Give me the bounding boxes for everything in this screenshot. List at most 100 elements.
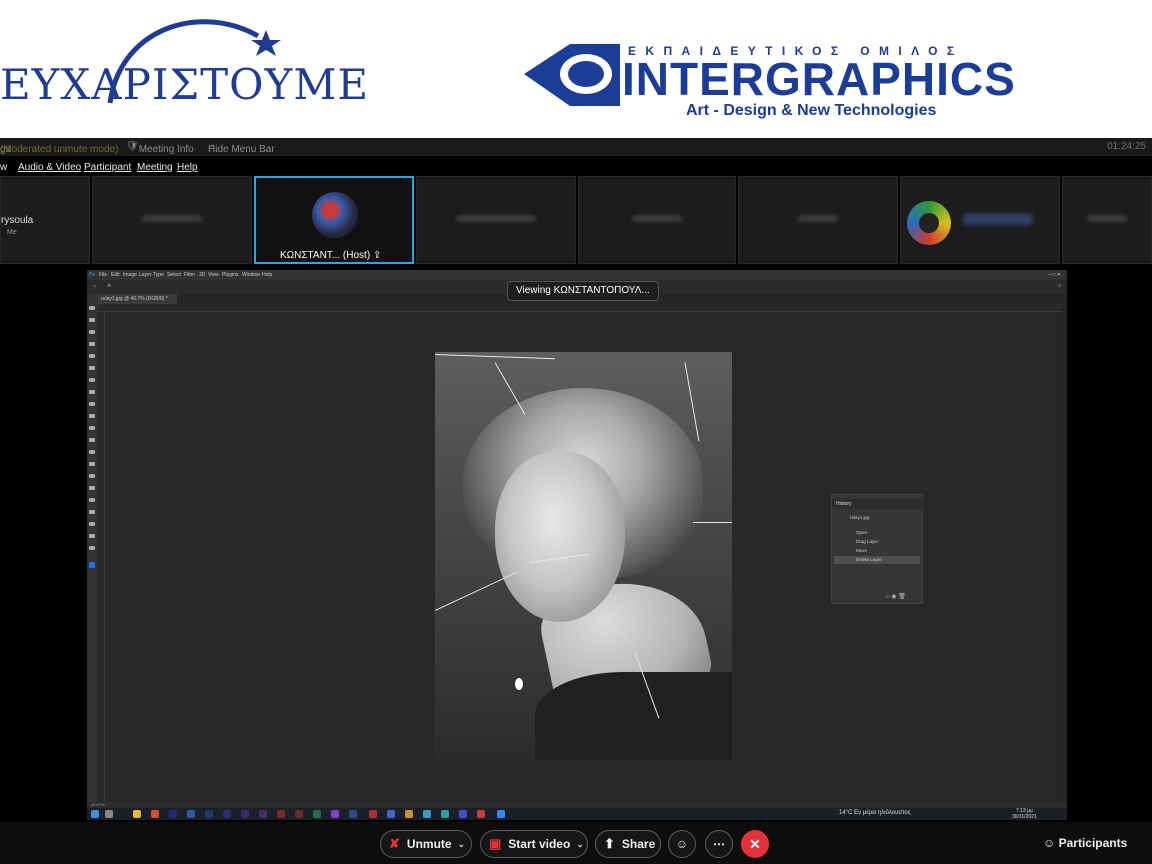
- lasso-tool-icon[interactable]: [89, 330, 95, 334]
- illustrator-icon[interactable]: [295, 810, 303, 818]
- history-brush-icon[interactable]: [89, 426, 95, 430]
- history-panel[interactable]: History relay1.jpg Open Drag Layer Move …: [831, 494, 924, 604]
- magic-wand-icon[interactable]: [89, 342, 95, 346]
- history-item-selected[interactable]: Delete Layer: [834, 556, 920, 564]
- file-explorer-icon[interactable]: [133, 810, 141, 818]
- marquee-tool-icon[interactable]: [89, 318, 95, 322]
- ps-menu-item[interactable]: Type: [153, 272, 164, 278]
- ps-menu-item[interactable]: Window: [242, 272, 260, 278]
- eyedropper-icon[interactable]: [89, 378, 95, 382]
- menu-participant[interactable]: Participant: [84, 162, 131, 173]
- windows-start-icon[interactable]: [91, 810, 99, 818]
- premiere-icon[interactable]: [223, 810, 231, 818]
- ps-menu-item[interactable]: Select: [167, 272, 181, 278]
- brush-tool-icon[interactable]: [89, 402, 95, 406]
- chevron-up-icon: ⌃: [208, 144, 217, 155]
- menu-help[interactable]: Help: [177, 162, 198, 173]
- move-tool-icon[interactable]: [89, 306, 95, 310]
- reactions-button[interactable]: ☺: [668, 830, 696, 858]
- frame-tool-icon[interactable]: [89, 366, 95, 370]
- foreground-color-icon[interactable]: [89, 562, 95, 568]
- unmute-button[interactable]: ✘ Unmute ⌄: [380, 830, 472, 858]
- dodge-tool-icon[interactable]: [89, 474, 95, 478]
- zoom-tool-icon[interactable]: [89, 546, 95, 550]
- participant-thumbnail[interactable]: [92, 176, 252, 264]
- history-snapshot[interactable]: relay1.jpg: [834, 515, 870, 520]
- app-icon[interactable]: [405, 810, 413, 818]
- app-icon[interactable]: [423, 810, 431, 818]
- crop-tool-icon[interactable]: [89, 354, 95, 358]
- ps-menu-item[interactable]: Filter: [184, 272, 195, 278]
- ps-menu-item[interactable]: Plugins: [222, 272, 238, 278]
- participant-thumbnail[interactable]: [416, 176, 576, 264]
- search-icon[interactable]: [105, 810, 113, 818]
- healing-brush-icon[interactable]: [89, 390, 95, 394]
- menu-view[interactable]: w: [0, 162, 7, 173]
- photoshop-taskbar-icon[interactable]: [205, 810, 213, 818]
- ps-menu-item[interactable]: File: [99, 272, 107, 278]
- document-tab[interactable]: relay1.jpg @ 46.7% (RGB/8) *: [97, 294, 177, 304]
- app-icon[interactable]: [313, 810, 321, 818]
- app-icon[interactable]: [187, 810, 195, 818]
- history-item[interactable]: Move: [834, 547, 920, 555]
- viewing-indicator[interactable]: Viewing ΚΩΝΣΤΑΝΤΟΠΟΥΛ...: [507, 281, 659, 301]
- history-panel-actions-icon[interactable]: ⌂ ◉ 🗑: [886, 593, 906, 600]
- move-tool-icon[interactable]: ✛: [107, 283, 111, 289]
- app-icon[interactable]: [369, 810, 377, 818]
- menu-meeting[interactable]: Meeting: [137, 162, 173, 173]
- home-icon[interactable]: ⌂: [93, 283, 96, 289]
- ps-menu-item[interactable]: View: [208, 272, 219, 278]
- meeting-info-button[interactable]: 🛡 Meeting Info: [126, 141, 194, 155]
- participant-thumbnail[interactable]: [578, 176, 736, 264]
- participant-thumbnail-self[interactable]: rysoula Me: [0, 176, 90, 264]
- path-selection-icon[interactable]: [89, 510, 95, 514]
- app-icon[interactable]: [259, 810, 267, 818]
- taskbar-clock[interactable]: 7:13 μμ 30/11/2021: [1012, 808, 1037, 820]
- participant-thumbnail-host[interactable]: ΚΩΝΣΤΑΝΤ... (Host) ⇪: [254, 176, 414, 264]
- org-name: INTERGRAPHICS: [622, 53, 1016, 105]
- chevron-down-icon[interactable]: ⌄: [458, 839, 466, 850]
- hand-tool-icon[interactable]: [89, 534, 95, 538]
- weather-widget[interactable]: 14°C Εν μέρει ηλιόλουστος: [839, 810, 911, 816]
- menu-audio-video[interactable]: Audio & Video: [18, 162, 81, 173]
- chevron-down-icon[interactable]: ⌄: [576, 839, 584, 850]
- type-tool-icon[interactable]: [89, 498, 95, 502]
- leave-meeting-button[interactable]: ✕: [741, 830, 769, 858]
- adobe-app-icon[interactable]: [169, 810, 177, 818]
- app-icon[interactable]: [459, 810, 467, 818]
- app-icon[interactable]: [331, 810, 339, 818]
- participants-button[interactable]: ☺ Participants: [1043, 836, 1127, 850]
- blur-tool-icon[interactable]: [89, 462, 95, 466]
- app-icon[interactable]: [277, 810, 285, 818]
- participant-thumbnail[interactable]: [738, 176, 898, 264]
- app-icon[interactable]: [441, 810, 449, 818]
- share-button[interactable]: ⬆ Share: [595, 830, 661, 858]
- zoom-app-icon[interactable]: [497, 810, 505, 818]
- ps-menu-item[interactable]: Image: [123, 272, 137, 278]
- shape-tool-icon[interactable]: [89, 522, 95, 526]
- share-screen-icon: ⬆: [604, 836, 615, 851]
- clone-stamp-icon[interactable]: [89, 414, 95, 418]
- app-icon[interactable]: [349, 810, 357, 818]
- ps-menu-item[interactable]: 3D: [199, 272, 205, 278]
- app-icon[interactable]: [477, 810, 485, 818]
- history-item[interactable]: Open: [834, 529, 920, 537]
- vintage-portrait-image: [435, 352, 732, 760]
- history-item[interactable]: Drag Layer: [834, 538, 920, 546]
- app-icon[interactable]: [387, 810, 395, 818]
- participant-thumbnail[interactable]: [1062, 176, 1152, 264]
- ps-menu-item[interactable]: Edit: [111, 272, 120, 278]
- start-video-button[interactable]: ▣ Start video ⌄: [480, 830, 588, 858]
- thanks-text: ΕΥΧΑΡΙΣΤΟΥΜΕ: [0, 60, 369, 109]
- more-options-button[interactable]: ⋯: [705, 830, 733, 858]
- search-icon[interactable]: ⌕: [1058, 283, 1061, 289]
- pen-tool-icon[interactable]: [89, 486, 95, 490]
- app-icon[interactable]: [241, 810, 249, 818]
- gradient-tool-icon[interactable]: [89, 450, 95, 454]
- window-controls-icon[interactable]: – □ ✕: [1048, 272, 1061, 278]
- eraser-icon[interactable]: [89, 438, 95, 442]
- ps-menu-item[interactable]: Help: [262, 272, 272, 278]
- chrome-icon[interactable]: [151, 810, 159, 818]
- ps-menu-item[interactable]: Layer: [139, 272, 152, 278]
- participant-thumbnail[interactable]: [900, 176, 1060, 264]
